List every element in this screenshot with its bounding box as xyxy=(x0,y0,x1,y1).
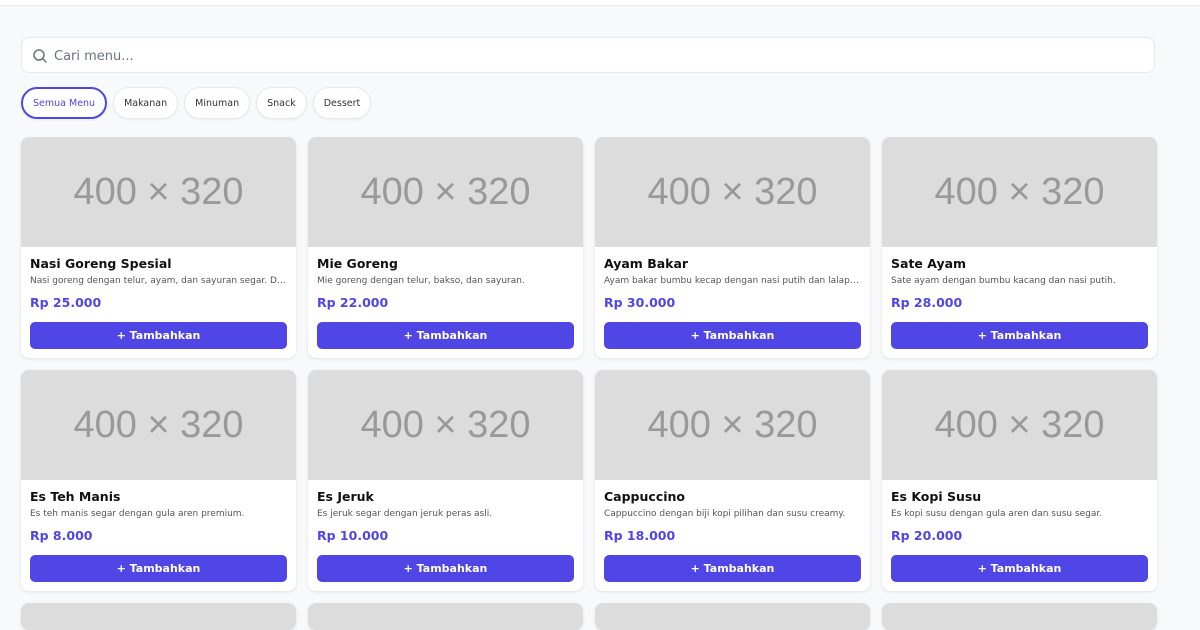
product-image-placeholder: 400 × 320 xyxy=(595,370,870,480)
product-image-placeholder xyxy=(882,603,1157,630)
top-bar xyxy=(0,0,1200,6)
add-to-cart-button[interactable]: + Tambahkan xyxy=(30,555,287,582)
product-card: 400 × 320 Es Jeruk Es jeruk segar dengan… xyxy=(308,370,583,591)
product-image-placeholder: 400 × 320 xyxy=(308,137,583,247)
product-name: Nasi Goreng Spesial xyxy=(30,256,172,271)
product-image-placeholder: 400 × 320 xyxy=(595,137,870,247)
product-description: Es jeruk segar dengan jeruk peras asli. xyxy=(317,509,493,519)
product-image-placeholder xyxy=(308,603,583,630)
product-name: Es Teh Manis xyxy=(30,489,121,504)
add-to-cart-button[interactable]: + Tambahkan xyxy=(891,555,1148,582)
product-card: 400 × 320 Mie Goreng Mie goreng dengan t… xyxy=(308,137,583,358)
product-name: Ayam Bakar xyxy=(604,256,689,271)
product-name: Mie Goreng xyxy=(317,256,398,271)
add-to-cart-button[interactable]: + Tambahkan xyxy=(891,322,1148,349)
product-description: Sate ayam dengan bumbu kacang dan nasi p… xyxy=(891,276,1116,286)
product-card xyxy=(21,603,296,630)
product-card xyxy=(308,603,583,630)
product-image-placeholder: 400 × 320 xyxy=(882,370,1157,480)
add-to-cart-button[interactable]: + Tambahkan xyxy=(317,555,574,582)
search-bar[interactable] xyxy=(21,37,1155,74)
product-price: Rp 28.000 xyxy=(891,295,963,310)
product-price: Rp 10.000 xyxy=(317,528,389,543)
product-price: Rp 18.000 xyxy=(604,528,676,543)
category-filters: Semua Menu Makanan Minuman Snack Dessert xyxy=(21,87,372,119)
product-name: Cappuccino xyxy=(604,489,685,504)
product-price: Rp 22.000 xyxy=(317,295,389,310)
product-price: Rp 30.000 xyxy=(604,295,676,310)
product-name: Sate Ayam xyxy=(891,256,967,271)
category-chip-dessert[interactable]: Dessert xyxy=(312,87,372,119)
add-to-cart-button[interactable]: + Tambahkan xyxy=(604,555,861,582)
product-image-placeholder: 400 × 320 xyxy=(308,370,583,480)
menu-grid: 400 × 320 Nasi Goreng Spesial Nasi goren… xyxy=(21,137,1157,630)
product-price: Rp 20.000 xyxy=(891,528,963,543)
product-image-placeholder xyxy=(595,603,870,630)
product-image-placeholder xyxy=(21,603,296,630)
add-to-cart-button[interactable]: + Tambahkan xyxy=(30,322,287,349)
search-icon xyxy=(32,48,48,64)
product-price: Rp 25.000 xyxy=(30,295,102,310)
product-price: Rp 8.000 xyxy=(30,528,93,543)
product-card: 400 × 320 Nasi Goreng Spesial Nasi goren… xyxy=(21,137,296,358)
product-image-placeholder: 400 × 320 xyxy=(882,137,1157,247)
product-name: Es Jeruk xyxy=(317,489,374,504)
product-description: Es teh manis segar dengan gula aren prem… xyxy=(30,509,245,519)
product-image-placeholder: 400 × 320 xyxy=(21,370,296,480)
product-image-placeholder: 400 × 320 xyxy=(21,137,296,247)
product-description: Nasi goreng dengan telur, ayam, dan sayu… xyxy=(30,276,286,286)
category-chip-makanan[interactable]: Makanan xyxy=(113,87,179,119)
product-description: Mie goreng dengan telur, bakso, dan sayu… xyxy=(317,276,525,286)
product-card xyxy=(882,603,1157,630)
add-to-cart-button[interactable]: + Tambahkan xyxy=(317,322,574,349)
category-chip-all[interactable]: Semua Menu xyxy=(21,87,108,119)
product-name: Es Kopi Susu xyxy=(891,489,982,504)
category-chip-minuman[interactable]: Minuman xyxy=(184,87,251,119)
product-card xyxy=(595,603,870,630)
product-description: Ayam bakar bumbu kecap dengan nasi putih… xyxy=(604,276,860,286)
product-card: 400 × 320 Cappuccino Cappuccino dengan b… xyxy=(595,370,870,591)
category-chip-snack[interactable]: Snack xyxy=(256,87,307,119)
product-card: 400 × 320 Sate Ayam Sate ayam dengan bum… xyxy=(882,137,1157,358)
product-card: 400 × 320 Ayam Bakar Ayam bakar bumbu ke… xyxy=(595,137,870,358)
product-description: Cappuccino dengan biji kopi pilihan dan … xyxy=(604,509,846,519)
product-card: 400 × 320 Es Kopi Susu Es kopi susu deng… xyxy=(882,370,1157,591)
product-description: Es kopi susu dengan gula aren dan susu s… xyxy=(891,509,1103,519)
search-input[interactable] xyxy=(52,38,1146,74)
product-card: 400 × 320 Es Teh Manis Es teh manis sega… xyxy=(21,370,296,591)
add-to-cart-button[interactable]: + Tambahkan xyxy=(604,322,861,349)
